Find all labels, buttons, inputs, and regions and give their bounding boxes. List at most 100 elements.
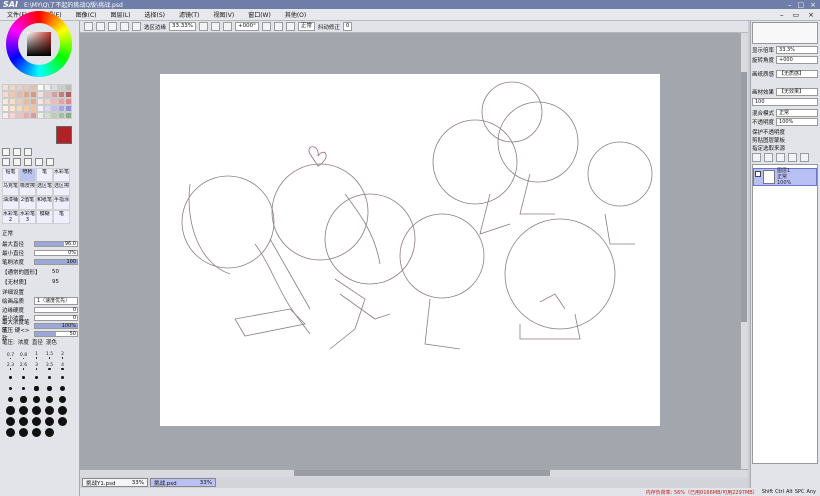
select-rect-icon[interactable]	[2, 148, 10, 156]
zoom-field[interactable]: 33.33%	[169, 22, 196, 31]
saturation-value-square[interactable]	[27, 32, 51, 56]
brush-watercolor[interactable]: 水彩笔	[53, 168, 70, 182]
navigator-preview[interactable]	[752, 22, 818, 44]
swatch-29[interactable]	[65, 98, 72, 105]
zoom-icon[interactable]	[13, 158, 21, 166]
size-preset-18[interactable]	[47, 386, 52, 391]
swatch-31[interactable]	[9, 105, 16, 112]
menu-filter[interactable]: 滤镜(T)	[172, 10, 206, 19]
density-slider[interactable]: 100	[34, 259, 78, 265]
mode-select[interactable]: 正常	[297, 22, 315, 31]
swatch-39[interactable]	[65, 105, 72, 112]
stabilizer-select[interactable]: 0	[342, 22, 353, 31]
tab-document-2[interactable]: 挑战.psd 33%	[150, 478, 216, 487]
size-preset-6[interactable]: 2.6	[20, 363, 27, 370]
effect-select[interactable]: 【无效果】	[776, 88, 818, 96]
min-density-slider[interactable]: 0	[34, 315, 78, 321]
size-preset-30[interactable]	[6, 417, 15, 426]
blend-mode-select[interactable]: 正常	[2, 229, 34, 237]
clip-checkbox[interactable]: 剪贴图层蒙板	[752, 136, 785, 144]
swatch-16[interactable]	[44, 91, 51, 98]
swatch-38[interactable]	[58, 105, 65, 112]
swatch-49[interactable]	[65, 112, 72, 119]
size-preset-13[interactable]	[47, 375, 52, 380]
menu-select[interactable]: 选择(S)	[138, 10, 173, 19]
blend-select[interactable]: 正常	[776, 109, 818, 117]
eye-icon[interactable]	[755, 171, 761, 177]
swatch-3[interactable]	[23, 84, 30, 91]
brush-pen[interactable]: 笔	[36, 168, 53, 182]
swatch-34[interactable]	[30, 105, 37, 112]
swatch-30[interactable]	[2, 105, 9, 112]
brush-pencil[interactable]: 铅笔	[2, 168, 19, 182]
invert-select-button[interactable]	[120, 22, 129, 31]
size-preset-35[interactable]	[6, 428, 15, 437]
brush-binary[interactable]: 2值笔	[19, 196, 36, 210]
size-preset-29[interactable]	[58, 406, 67, 415]
swatch-10[interactable]	[2, 91, 9, 98]
size-preset-1[interactable]: 0.8	[20, 353, 27, 359]
menu-layer[interactable]: 图层(L)	[104, 10, 138, 19]
zoom-in-button[interactable]	[211, 22, 220, 31]
swatch-4[interactable]	[30, 84, 37, 91]
min-size-slider[interactable]: 0%	[34, 250, 78, 256]
brush-marker[interactable]: 马克笔	[2, 182, 19, 196]
edge-hard-slider[interactable]: 0	[34, 307, 78, 313]
hand-icon[interactable]	[35, 158, 43, 166]
protect-checkbox[interactable]: 保护不透明度	[752, 128, 785, 136]
move-icon[interactable]	[2, 158, 10, 166]
maximize-button[interactable]: □	[798, 1, 805, 9]
brush-watercolor2[interactable]: 水彩笔2	[2, 210, 19, 224]
swatch-42[interactable]	[16, 112, 23, 119]
zoom-reset-button[interactable]	[223, 22, 232, 31]
menu-other[interactable]: 其他(O)	[278, 10, 313, 19]
size-preset-33[interactable]	[45, 417, 54, 426]
shape-select[interactable]: 【通常的圆形】	[2, 268, 52, 276]
swatch-33[interactable]	[23, 105, 30, 112]
rotate-left-button[interactable]	[261, 22, 271, 31]
size-preset-21[interactable]	[20, 396, 27, 403]
undo-button[interactable]	[84, 22, 93, 31]
size-preset-4[interactable]: 2	[61, 352, 64, 359]
close-button[interactable]: ×	[810, 1, 816, 9]
swatch-46[interactable]	[44, 112, 51, 119]
tab-document-1[interactable]: 挑战Y1.psd 33%	[82, 478, 148, 487]
size-preset-37[interactable]	[32, 428, 41, 437]
size-preset-16[interactable]	[21, 386, 26, 391]
size-preset-36[interactable]	[19, 428, 28, 437]
swatch-15[interactable]	[37, 91, 44, 98]
swatch-22[interactable]	[16, 98, 23, 105]
size-preset-20[interactable]	[7, 396, 14, 403]
selsrc-checkbox[interactable]: 指定选取来源	[752, 144, 785, 152]
swatch-27[interactable]	[51, 98, 58, 105]
brush-select-eraser[interactable]: 选区擦	[53, 182, 70, 196]
swatch-36[interactable]	[44, 105, 51, 112]
magic-wand-icon[interactable]	[24, 148, 32, 156]
current-color-box[interactable]	[56, 126, 72, 144]
brush-blur[interactable]: 模糊	[36, 210, 53, 224]
size-preset-9[interactable]: 4	[61, 363, 64, 371]
brush-watercolor3[interactable]: 水彩笔3	[19, 210, 36, 224]
rotate-right-button[interactable]	[273, 22, 283, 31]
swatch-35[interactable]	[37, 105, 44, 112]
pressure-blend-checkbox[interactable]: 混色	[46, 338, 57, 346]
delete-layer-button[interactable]	[800, 153, 809, 162]
size-preset-12[interactable]	[35, 376, 38, 379]
swatch-47[interactable]	[51, 112, 58, 119]
texture-select[interactable]: 【无材质】	[2, 278, 52, 286]
rotate-icon[interactable]	[24, 158, 32, 166]
eyedropper-icon[interactable]	[46, 158, 54, 166]
size-preset-23[interactable]	[46, 396, 53, 403]
swatch-26[interactable]	[44, 98, 51, 105]
fit-button[interactable]	[132, 22, 141, 31]
doc-restore-button[interactable]: ▭	[793, 11, 800, 19]
doc-minimize-button[interactable]: –	[780, 11, 784, 19]
size-preset-17[interactable]	[34, 386, 39, 391]
swatch-14[interactable]	[30, 91, 37, 98]
size-preset-7[interactable]: 3	[35, 363, 38, 370]
doc-close-button[interactable]: ×	[808, 11, 814, 19]
select-edge-toggle[interactable]: 选区边缘	[144, 23, 166, 31]
size-slider[interactable]: 96.0	[34, 241, 78, 247]
size-preset-3[interactable]: 1.5	[46, 352, 53, 359]
zoom-out-button[interactable]	[199, 22, 208, 31]
